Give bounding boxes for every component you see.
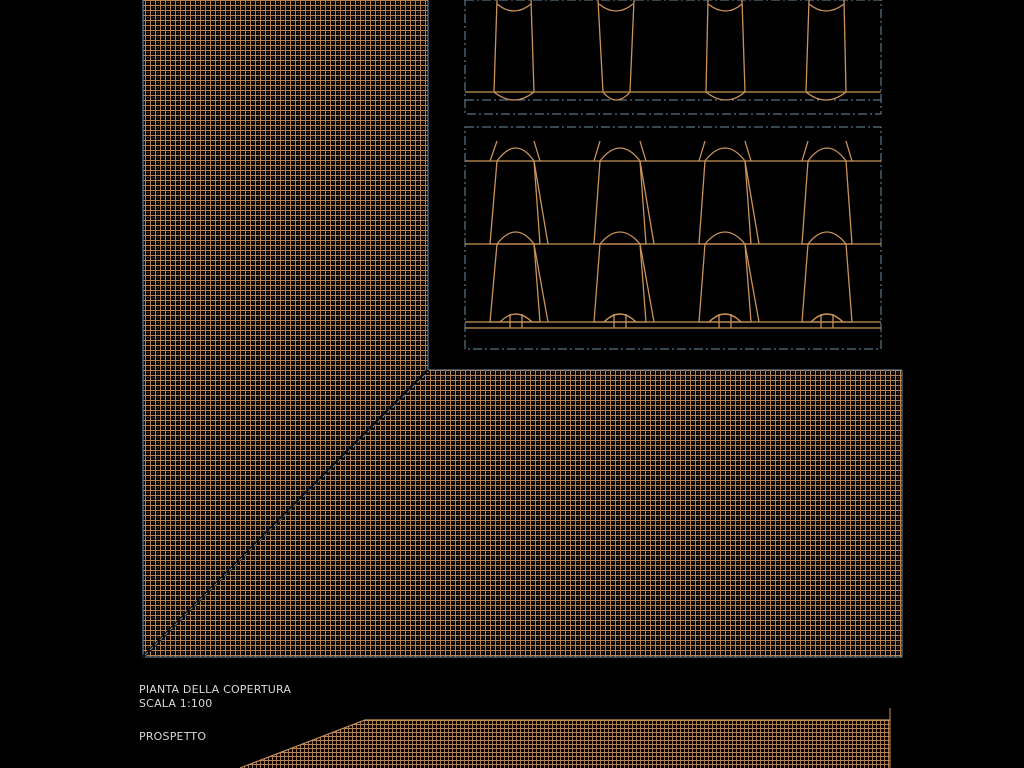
tile-row2-3 bbox=[698, 231, 752, 323]
tile-top-cap-2 bbox=[598, 3, 634, 12]
plan-scale: SCALA 1:100 bbox=[139, 697, 213, 710]
tile-row1-4 bbox=[801, 147, 853, 245]
tile-top-4 bbox=[805, 0, 847, 101]
tile-eave-2 bbox=[603, 313, 637, 328]
tile-eave-4 bbox=[810, 313, 844, 328]
roof-elevation bbox=[239, 708, 891, 768]
tile-row1-joint-2 bbox=[639, 160, 655, 245]
tile-row1-joint-1 bbox=[533, 160, 549, 245]
tile-top-cap-3 bbox=[707, 3, 743, 12]
tile-row1-3 bbox=[698, 147, 752, 245]
tile-top-2 bbox=[597, 0, 635, 101]
tile-row1-1 bbox=[489, 147, 541, 245]
tile-row1-2 bbox=[593, 147, 647, 245]
tile-top-cap-4 bbox=[808, 3, 845, 12]
elevation-title: PROSPETTO bbox=[139, 730, 207, 743]
plan-title: PIANTA DELLA COPERTURA bbox=[139, 683, 292, 696]
tile-detail-bottom bbox=[464, 126, 882, 350]
tile-row2-2 bbox=[593, 231, 647, 323]
tile-row2-joint-1 bbox=[533, 243, 549, 323]
roof-elevation-tiled-area bbox=[240, 720, 890, 768]
tile-eave-3 bbox=[708, 313, 742, 328]
tile-row2-joint-3 bbox=[744, 243, 760, 323]
tile-row2-4 bbox=[801, 231, 853, 323]
cad-drawing-canvas: PIANTA DELLA COPERTURA SCALA 1:100 PROSP… bbox=[0, 0, 1024, 768]
tile-top-3 bbox=[705, 0, 746, 101]
tile-eave-1 bbox=[499, 313, 533, 328]
roof-drawing bbox=[141, 0, 903, 768]
tile-row2-1 bbox=[489, 231, 541, 323]
tile-row2-joint-2 bbox=[639, 243, 655, 323]
tile-top-cap-1 bbox=[496, 3, 532, 12]
tile-top-1 bbox=[493, 0, 535, 101]
tile-row1-joint-3 bbox=[744, 160, 760, 245]
tile-detail-top bbox=[464, 0, 882, 115]
